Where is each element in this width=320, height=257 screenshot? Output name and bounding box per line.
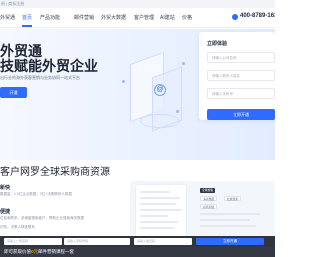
footer-code-field[interactable]: 请输入验证码 — [134, 238, 192, 245]
main-nav: 外贸通 首页 产品功能 邮件营销 外贸大数据 客户管理 AI建站 价格 400-… — [0, 8, 275, 28]
top-strip: 册 | 商标注册 — [0, 0, 275, 8]
hero-cta-button[interactable]: 开通 — [0, 87, 27, 98]
phone-icon — [232, 14, 238, 20]
nav-item-email-marketing[interactable]: 邮件营销 — [74, 14, 94, 21]
preview-line — [200, 219, 250, 221]
logo[interactable]: 外贸通 — [0, 14, 15, 21]
top-strip-text[interactable]: 册 | 商标注册 — [0, 0, 24, 8]
contact-name-field[interactable]: 请输入联系人姓名 — [207, 70, 275, 81]
preview-card — [136, 185, 186, 243]
illustration-base-ring — [140, 114, 180, 128]
company-name-field[interactable]: 请输入公司名称 — [207, 52, 275, 63]
preview-line — [140, 197, 180, 199]
promo-suffix: 邮件营销课程一套 — [38, 249, 75, 254]
preview-line — [140, 191, 170, 193]
decor-dot — [182, 62, 185, 65]
promo-prefix: 即可获取价值 — [4, 249, 31, 254]
trial-submit-button[interactable]: 立即开通 — [207, 109, 275, 120]
hero-subtitle: 出行业的海外获客营销与业务协同一站式平台 — [0, 75, 80, 80]
nav-item-crm[interactable]: 客户管理 — [134, 14, 154, 21]
company-name-placeholder: 请输入公司名称 — [212, 56, 237, 60]
preview-line — [140, 221, 178, 223]
decor-dot — [176, 110, 179, 113]
trial-form: 立即体验 请输入公司名称 请输入联系人姓名 请输入手机号 立即开通 — [199, 32, 275, 120]
hero-title-line2: 技赋能外贸企业 — [0, 58, 98, 74]
preview-line — [200, 213, 260, 215]
bottom-promo-bar: 即可获取价值0元邮件营销课程一套 — [0, 247, 275, 257]
promo-text: 即可获取价值0元邮件营销课程一套 — [4, 248, 74, 256]
phone-placeholder: 请输入手机号 — [212, 92, 233, 96]
footer-signup-form: 请输入公司名称 请输入手机号码 请输入验证码 立即开通 — [0, 236, 275, 247]
promo-highlight: 0元 — [31, 249, 39, 254]
footer-submit-button[interactable]: 立即开通 — [196, 238, 264, 245]
footer-phone-field[interactable]: 请输入手机号码 — [64, 238, 130, 245]
decor-dot — [122, 80, 125, 83]
preview-chip[interactable]: 商机挖掘 — [200, 204, 218, 209]
trial-form-title: 立即体验 — [207, 41, 228, 47]
page: 册 | 商标注册 外贸通 首页 产品功能 邮件营销 外贸大数据 客户管理 AI建… — [0, 0, 275, 257]
footer-company-field[interactable]: 请输入公司名称 — [4, 238, 62, 245]
hero-illustration: @ — [112, 40, 192, 150]
feature-desc: 数据量，1.2亿企业数据，2亿+决策联系人数据 — [0, 192, 72, 196]
footer-company-placeholder: 请输入公司名称 — [7, 239, 29, 243]
phone-field[interactable]: 请输入手机号 — [207, 88, 275, 99]
preview-line — [140, 203, 176, 205]
footer-code-placeholder: 请输入验证码 — [137, 239, 156, 243]
footer-phone-placeholder: 请输入手机号码 — [67, 239, 89, 243]
nav-active-indicator — [22, 25, 32, 27]
feature-desc: 识别，决策人精准联系 — [0, 225, 35, 229]
preview-line — [140, 209, 182, 211]
preview-line — [200, 225, 256, 227]
feature-title: 新快 — [0, 185, 11, 191]
nav-item-ai-site[interactable]: AI建站 — [160, 14, 175, 21]
nav-item-pricing[interactable]: 价格 — [182, 14, 192, 21]
nav-item-home[interactable]: 首页 — [22, 14, 32, 21]
section-heading: 客户网罗全球采购商资源 — [0, 167, 110, 178]
nav-item-features[interactable]: 产品功能 — [40, 14, 60, 21]
contact-name-placeholder: 请输入联系人姓名 — [212, 74, 240, 78]
email-at-icon: @ — [154, 84, 166, 96]
preview-line — [140, 215, 168, 217]
preview-chip[interactable]: 社媒搜索 — [224, 196, 242, 201]
preview-chip[interactable]: 海关数据 — [200, 196, 218, 201]
feature-title: 便捷 — [0, 209, 11, 215]
phone-number[interactable]: 400-8789-163 — [240, 13, 275, 19]
preview-line — [140, 227, 174, 229]
feature-desc: 位检索联系，多维度搜索客户，帮助企业搜索海关数据 — [0, 216, 84, 220]
nav-item-big-data[interactable]: 外贸大数据 — [101, 14, 126, 21]
preview-chip[interactable]: 全球搜客 — [200, 188, 216, 193]
